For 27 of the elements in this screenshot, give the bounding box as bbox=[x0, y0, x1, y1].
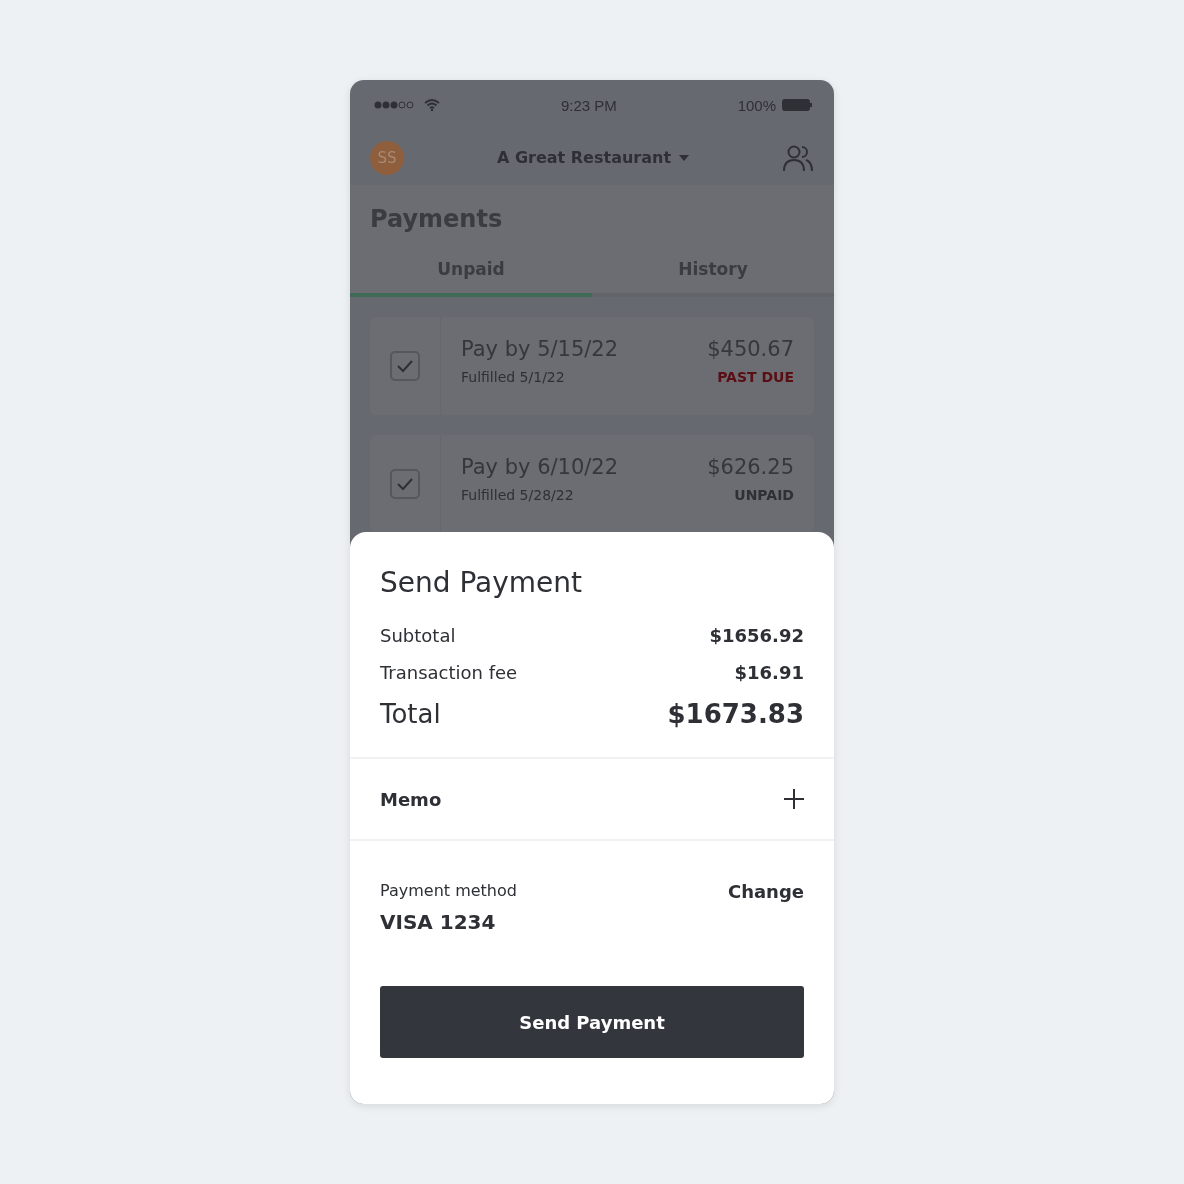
invoice-fulfilled-date: Fulfilled 5/1/22 bbox=[461, 369, 565, 385]
invoice-fulfilled-date: Fulfilled 5/28/22 bbox=[461, 487, 574, 503]
status-time: 9:23 PM bbox=[560, 96, 617, 114]
battery-percent: 100% bbox=[737, 96, 776, 114]
total-label: Total bbox=[380, 699, 441, 729]
wifi-icon bbox=[424, 99, 440, 111]
users-icon[interactable] bbox=[782, 143, 814, 172]
checkbox[interactable] bbox=[390, 469, 420, 499]
checkbox[interactable] bbox=[390, 351, 420, 381]
payment-method-value: VISA 1234 bbox=[380, 910, 497, 934]
fee-value: $16.91 bbox=[734, 662, 804, 683]
send-payment-button[interactable]: Send Payment bbox=[380, 986, 804, 1058]
plus-icon[interactable] bbox=[784, 789, 804, 809]
invoice-status: PAST DUE bbox=[717, 369, 794, 385]
memo-label: Memo bbox=[380, 788, 442, 810]
restaurant-dropdown[interactable]: A Great Restaurant bbox=[496, 148, 690, 167]
payment-method-label: Payment method bbox=[380, 881, 517, 902]
invoice-status: UNPAID bbox=[734, 487, 794, 503]
change-link[interactable]: Change bbox=[727, 881, 804, 902]
subtotal-label: Subtotal bbox=[380, 625, 456, 646]
user-avatar[interactable]: SS bbox=[370, 140, 404, 175]
sheet-title: Send Payment bbox=[380, 566, 583, 599]
subtotal-value: $1656.92 bbox=[709, 625, 804, 646]
fee-label: Transaction fee bbox=[380, 662, 518, 683]
caret-icon bbox=[679, 154, 690, 161]
total-value: $1673.83 bbox=[667, 699, 804, 729]
battery-icon bbox=[782, 99, 812, 111]
